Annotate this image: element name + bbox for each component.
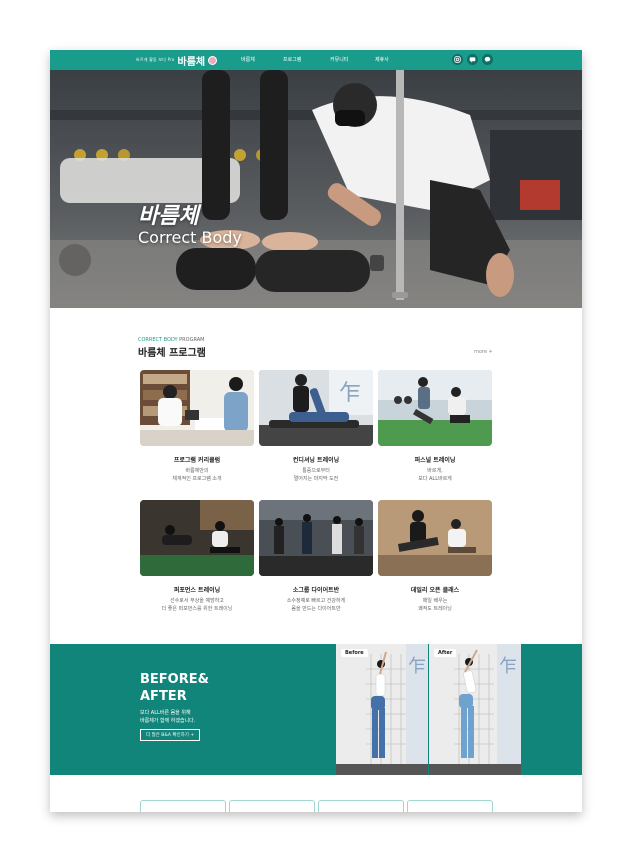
card-desc-line: 바름체만의 [185, 468, 209, 474]
hero-photo [50, 70, 582, 308]
bottom-card[interactable] [140, 800, 226, 812]
card-image-daily-class[interactable] [378, 500, 492, 576]
card-desc-line: 체계적인 프로그램 소개 [172, 476, 222, 482]
hero-title-ko: 바름체 [138, 204, 199, 229]
card-desc-line: 매일 배우는 [422, 598, 448, 604]
card-desc-personal: 바르게, 보다 ALL바르게 [378, 467, 492, 483]
card-desc-performance: 선수로서 부상을 예방하고더 좋은 퍼포먼스를 위한 트레이닝 [140, 597, 254, 613]
hero-title-en: Correct Body [138, 228, 242, 247]
section-title: 바름체 프로그램 [138, 348, 206, 359]
more-link[interactable]: more + [474, 349, 493, 355]
card-title-curriculum[interactable]: 프로그램 커리큘럼 [140, 455, 254, 464]
bottom-card[interactable] [318, 800, 404, 812]
before-after-section: BEFORE& AFTER 보다 ALL바른 몸을 위해 바름체가 함께 하겠습… [50, 644, 582, 775]
card-image-personal[interactable] [378, 370, 492, 446]
card-title-conditioning[interactable]: 컨디셔닝 트레이닝 [259, 455, 373, 464]
logo[interactable]: 바르게 활동 보다 Pro 바름체 [136, 53, 218, 68]
page: 바르게 활동 보다 Pro 바름체 바름체 프로그램 커뮤니티 제휴사 바름체 … [50, 50, 582, 812]
card-title-personal[interactable]: 퍼스널 트레이닝 [378, 455, 492, 464]
top-nav-bar: 바르게 활동 보다 Pro 바름체 바름체 프로그램 커뮤니티 제휴사 [50, 50, 582, 70]
section-label: CORRECT BODY PROGRAM [138, 337, 204, 343]
logo-text: 바름체 [177, 56, 206, 68]
card-desc-line: 바르게, [427, 468, 443, 474]
nav-item-partners[interactable]: 제휴사 [375, 56, 389, 63]
card-desc-line: 소수정예로 빠르고 건강하게 [286, 598, 346, 604]
svg-text:乍: 乍 [408, 656, 426, 677]
logo-tagline: 바르게 활동 보다 Pro [136, 57, 175, 62]
svg-text:乍: 乍 [499, 656, 517, 677]
after-tag: After [434, 649, 457, 657]
card-image-performance[interactable] [140, 500, 254, 576]
nav-item-community[interactable]: 커뮤니티 [330, 56, 348, 63]
before-after-title: BEFORE& AFTER [140, 671, 209, 705]
before-photo: 乍 Before [336, 644, 428, 775]
card-desc-line: 몸을 만드는 다이어트반 [291, 606, 341, 612]
chat-icon[interactable] [467, 54, 478, 65]
before-after-desc: 보다 ALL바른 몸을 위해 바름체가 함께 하겠습니다. [140, 709, 195, 725]
card-desc-line: 통증으로부터 [302, 468, 330, 474]
card-title-diet[interactable]: 소그룹 다이어트반 [259, 585, 373, 594]
card-desc-line: 멀어지는 마지막 도전 [293, 476, 339, 482]
before-after-desc-line: 보다 ALL바른 몸을 위해 [140, 710, 191, 716]
section-label-accent: CORRECT BODY [138, 337, 178, 343]
svg-text:乍: 乍 [339, 381, 361, 406]
card-desc-daily-class: 매일 배우는쾌적도 트레이닝 [378, 597, 492, 613]
card-desc-line: 더 좋은 퍼포먼스를 위한 트레이닝 [161, 606, 233, 612]
card-desc-line: 쾌적도 트레이닝 [418, 606, 452, 612]
before-after-title-line2: AFTER [140, 689, 187, 704]
before-after-title-line1: BEFORE& [140, 672, 209, 687]
nav-item-about[interactable]: 바름체 [241, 56, 255, 63]
more-before-after-button[interactable]: 더 많은 B&A 확인하기 + [140, 729, 201, 741]
card-desc-line: 선수로서 부상을 예방하고 [170, 598, 224, 604]
card-desc-diet: 소수정예로 빠르고 건강하게몸을 만드는 다이어트반 [259, 597, 373, 613]
bottom-card[interactable] [229, 800, 315, 812]
card-desc-curriculum: 바름체만의체계적인 프로그램 소개 [140, 467, 254, 483]
card-desc-line: 보다 ALL바르게 [418, 476, 452, 482]
hero-banner: 바름체 Correct Body [50, 70, 582, 308]
kakao-icon[interactable] [482, 54, 493, 65]
flower-icon [208, 55, 218, 65]
card-title-daily-class[interactable]: 데일리 오픈 클래스 [378, 585, 492, 594]
card-image-diet[interactable] [259, 500, 373, 576]
card-image-curriculum[interactable] [140, 370, 254, 446]
bottom-card[interactable] [407, 800, 493, 812]
card-desc-conditioning: 통증으로부터멀어지는 마지막 도전 [259, 467, 373, 483]
after-photo: 乍 After [429, 644, 521, 775]
instagram-icon[interactable] [452, 54, 463, 65]
before-after-desc-line: 바름체가 함께 하겠습니다. [140, 718, 196, 724]
before-tag: Before [341, 649, 368, 657]
nav-item-program[interactable]: 프로그램 [283, 56, 301, 63]
card-image-conditioning[interactable]: 乍 [259, 370, 373, 446]
card-title-performance[interactable]: 퍼포먼스 트레이닝 [140, 585, 254, 594]
social-icons [452, 54, 493, 65]
section-label-rest: PROGRAM [177, 337, 205, 343]
